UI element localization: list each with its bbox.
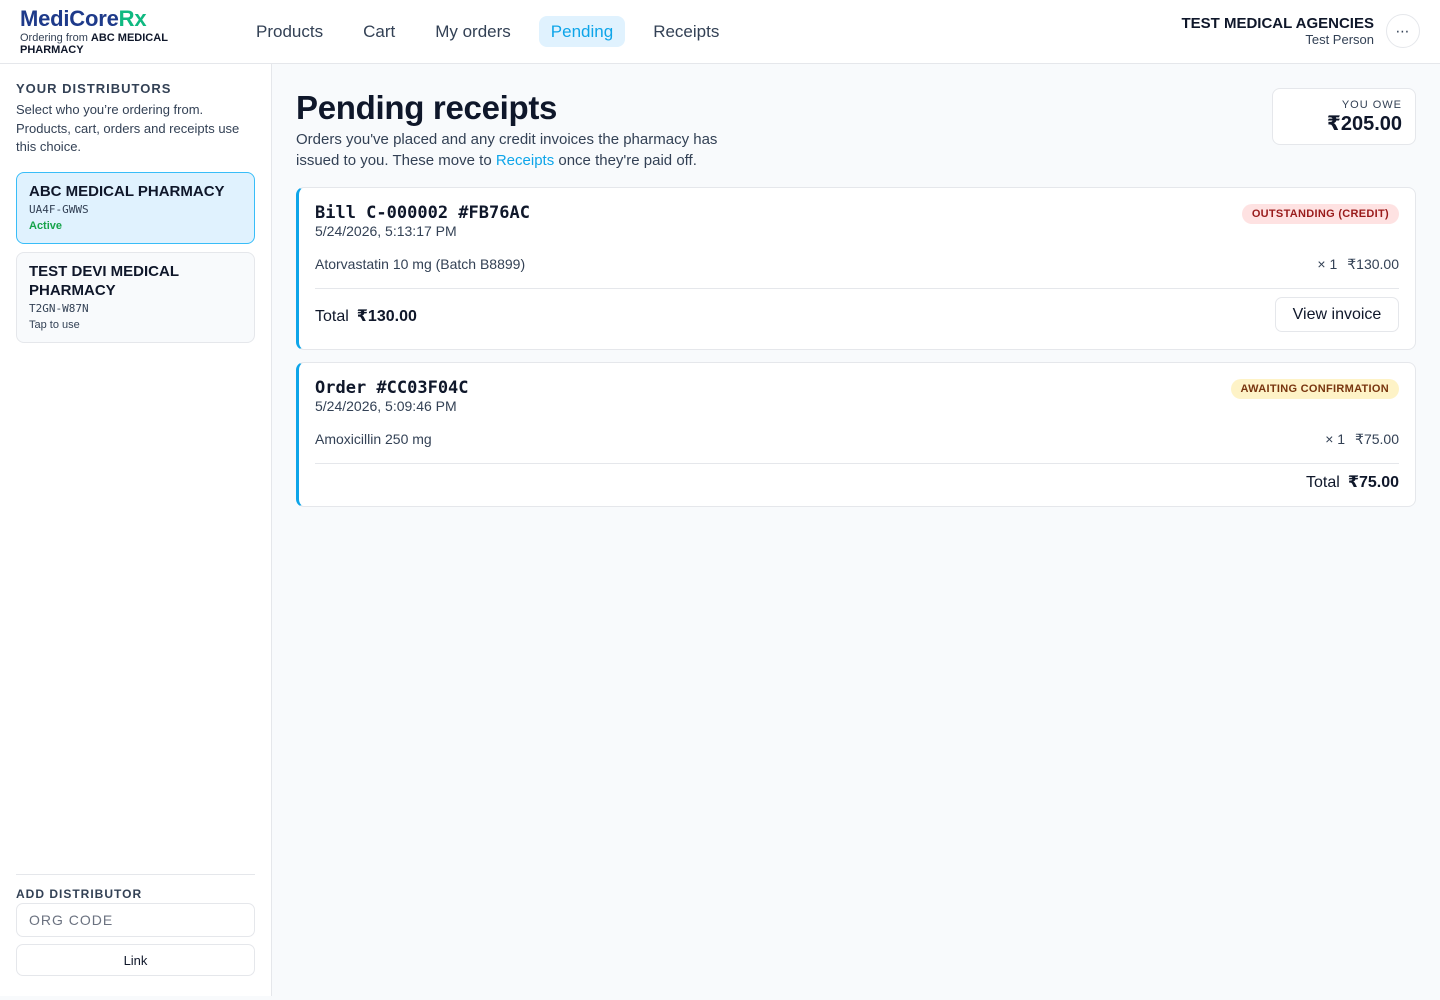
distributor-status: Tap to use — [29, 319, 80, 331]
line-item-qty: × 1 — [1325, 431, 1346, 447]
line-item: Atorvastatin 10 mg (Batch B8899) × 1 ₹130… — [315, 256, 1399, 272]
card-date: 5/24/2026, 5:13:17 PM — [315, 223, 457, 239]
page-description: Orders you've placed and any credit invo… — [296, 131, 718, 169]
distributors-description: Select who you’re ordering from. Product… — [16, 102, 240, 154]
pending-card-bill: Bill C-000002 #FB76AC 5/24/2026, 5:13:17… — [296, 187, 1416, 350]
distributors-heading: YOUR DISTRIBUTORS — [16, 81, 172, 96]
page-title: Pending receipts — [296, 89, 558, 126]
sidebar-divider — [16, 874, 255, 875]
you-owe-amount: ₹205.00 — [1326, 113, 1402, 135]
nav-cart[interactable]: Cart — [351, 16, 407, 47]
line-item-qty-price: × 1 ₹75.00 — [1315, 431, 1399, 448]
distributor-name: TEST DEVI MEDICAL PHARMACY — [29, 263, 179, 299]
add-distributor-heading: ADD DISTRIBUTOR — [16, 887, 143, 901]
link-button[interactable]: Link — [16, 944, 255, 976]
nav-products[interactable]: Products — [244, 16, 335, 47]
card-header: Bill C-000002 #FB76AC 5/24/2026, 5:13:17… — [315, 203, 530, 239]
you-owe-summary: YOU OWE ₹205.00 — [1272, 88, 1416, 145]
receipts-link[interactable]: Receipts — [496, 152, 554, 169]
account-org-name: TEST MEDICAL AGENCIES — [1181, 15, 1374, 32]
card-total: Total ₹130.00 — [315, 308, 417, 325]
card-total: Total ₹75.00 — [1306, 474, 1399, 491]
distributor-card-abc[interactable]: ABC MEDICAL PHARMACY UA4F-GWWS Active — [16, 172, 255, 244]
distributor-code: T2GN-W87N — [29, 302, 89, 315]
card-id: Bill C-000002 #FB76AC — [315, 203, 530, 223]
line-item-qty: × 1 — [1317, 256, 1338, 272]
nav-my-orders[interactable]: My orders — [423, 16, 523, 47]
nav-receipts[interactable]: Receipts — [641, 16, 731, 47]
card-total-amount: ₹130.00 — [356, 308, 417, 325]
card-id: Order #CC03F04C — [315, 378, 469, 398]
card-divider — [315, 463, 1399, 464]
line-item-name: Atorvastatin 10 mg (Batch B8899) — [315, 256, 526, 272]
card-date: 5/24/2026, 5:09:46 PM — [315, 398, 457, 414]
status-badge: AWAITING CONFIRMATION — [1230, 379, 1399, 399]
line-item: Amoxicillin 250 mg × 1 ₹75.00 — [315, 431, 1399, 447]
brand[interactable]: MediCoreRx Ordering from ABC MEDICAL PHA… — [20, 6, 220, 56]
ordering-from-label: Ordering from ABC MEDICAL PHARMACY — [20, 32, 168, 56]
distributor-code: UA4F-GWWS — [29, 203, 89, 216]
account-info: TEST MEDICAL AGENCIES Test Person — [1181, 15, 1374, 47]
distributor-card-test-devi[interactable]: TEST DEVI MEDICAL PHARMACY T2GN-W87N Tap… — [16, 252, 255, 343]
more-options-button[interactable]: ⋯ — [1386, 14, 1420, 48]
sidebar: YOUR DISTRIBUTORS Select who you’re orde… — [0, 64, 272, 996]
line-item-price: ₹75.00 — [1355, 431, 1399, 447]
line-item-price: ₹130.00 — [1347, 256, 1399, 272]
you-owe-label: YOU OWE — [1341, 99, 1402, 111]
brand-logo: MediCoreRx — [20, 6, 147, 31]
status-badge: OUTSTANDING (CREDIT) — [1241, 204, 1399, 224]
card-divider — [315, 288, 1399, 289]
top-header: MediCoreRx Ordering from ABC MEDICAL PHA… — [0, 0, 1440, 64]
pending-card-order: Order #CC03F04C 5/24/2026, 5:09:46 PM AW… — [296, 362, 1416, 507]
card-header: Order #CC03F04C 5/24/2026, 5:09:46 PM — [315, 378, 469, 414]
view-invoice-button[interactable]: View invoice — [1275, 297, 1399, 332]
distributor-status: Active — [29, 220, 63, 232]
line-item-name: Amoxicillin 250 mg — [315, 431, 432, 447]
nav-pending[interactable]: Pending — [538, 16, 626, 47]
main-nav: Products Cart My orders Pending Receipts — [244, 16, 731, 47]
distributor-name: ABC MEDICAL PHARMACY — [29, 183, 225, 200]
account-user-name: Test Person — [1305, 32, 1374, 47]
card-total-amount: ₹75.00 — [1347, 474, 1399, 491]
line-item-qty-price: × 1 ₹130.00 — [1307, 256, 1399, 273]
org-code-input[interactable] — [16, 903, 255, 937]
ellipsis-icon: ⋯ — [1395, 22, 1411, 39]
